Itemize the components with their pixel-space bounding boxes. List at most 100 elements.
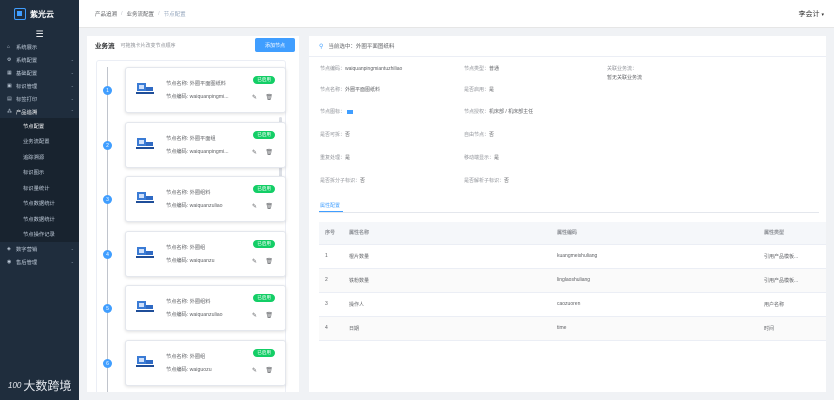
sidebar-item-product-trace[interactable]: ⁂ 产品追溯 ⌃: [0, 105, 79, 118]
column-header: 属性类型: [758, 222, 826, 245]
submenu-item-flow-config[interactable]: 业务流配置: [0, 134, 79, 150]
table-row[interactable]: 4 日期 time 时间: [319, 316, 826, 341]
breadcrumb-item[interactable]: 业务流配置: [127, 10, 155, 18]
node-code-label: 节点编码:: [166, 258, 189, 264]
add-node-button[interactable]: 添加节点: [255, 38, 295, 52]
field-value: 否: [360, 178, 366, 184]
node-code-line: 节点编码: waiquanpingmi...: [166, 148, 229, 155]
table-row[interactable]: 2 铁粉数量 linglaoshuliang 引用产品模板...: [319, 268, 826, 293]
service-icon: ◉: [7, 258, 12, 265]
machine-icon: [136, 138, 154, 149]
field-node-name: 节点名称：外圈平面图纸料: [320, 86, 380, 93]
table-cell: caozuoren: [551, 292, 758, 317]
submenu-label: 追踪溯源: [23, 154, 45, 161]
field-value: 否: [504, 178, 510, 184]
sidebar-item-label: 标识管理: [16, 83, 38, 90]
submenu-label: 标识图示: [23, 170, 45, 177]
caret-down-icon: ▾: [821, 12, 824, 18]
delete-icon[interactable]: 🗑: [265, 94, 273, 101]
sidebar-item-base-config[interactable]: ▦ 基础配置 ⌄: [0, 66, 79, 79]
sidebar-item-after-sales[interactable]: ◉ 售后管理 ⌄: [0, 255, 79, 268]
table-row[interactable]: 1 棍片数量 kuangmeishuliang 引用产品模板...: [319, 244, 826, 269]
tab-attribute-config[interactable]: 属性配置: [320, 202, 340, 209]
field-value: 是: [494, 155, 500, 161]
node-card[interactable]: 节点名称: 外圈组料节点编码: waiquanzuliao 已启用 ✎ 🗑: [125, 285, 286, 331]
node-card[interactable]: 节点名称: 外圈平面图纸料 节点编码: waiquanpingmi... 已启用 ✎ 🗑: [125, 67, 286, 113]
flow-panel-title: 业务流: [95, 43, 115, 50]
sidebar-item-digital-marketing[interactable]: ◈ 数字营销 ⌄: [0, 242, 79, 255]
edit-icon[interactable]: ✎: [252, 312, 257, 319]
node-card[interactable]: 节点名称: 外圈组料 节点编码: waiquanzuliao 已启用 ✎ 🗑: [125, 176, 286, 222]
sidebar-item-system-display[interactable]: ⌂ 系统展示: [0, 40, 79, 53]
node-name-label: 节点名称:: [166, 299, 189, 305]
edit-icon[interactable]: ✎: [252, 367, 257, 374]
chevron-down-icon: ⌄: [70, 96, 74, 101]
node-icon-preview: [347, 109, 354, 114]
field-label: 节点编码：: [320, 66, 346, 72]
table-row[interactable]: 3 操作人 caozuoren 用户名称: [319, 292, 826, 317]
submenu-item-identifier-map[interactable]: 标识图示: [0, 165, 79, 181]
table-cell: 时间: [758, 316, 826, 341]
node-name-label: 节点名称:: [166, 136, 189, 142]
table-cell: 操作人: [343, 292, 551, 317]
field-label: 是否拆分子标识：: [320, 178, 361, 184]
flow-panel-hint: 可拖拽卡片改变节点顺序: [120, 42, 176, 49]
table-cell: 引用产品模板...: [758, 244, 826, 269]
node-name-line: 节点名称: 外圈组料: [166, 298, 210, 305]
print-icon: ▤: [7, 95, 12, 102]
chevron-down-icon: ⌄: [70, 70, 74, 75]
status-badge: 已启用: [253, 131, 275, 139]
submenu-item-node-stats-1[interactable]: 节点数据统计: [0, 196, 79, 212]
submenu-item-node-config[interactable]: 节点配置: [0, 118, 79, 134]
sidebar-item-label-print[interactable]: ▤ 标签打印 ⌄: [0, 92, 79, 105]
detail-header: ⚲ 当前选中：外圈平面图纸料: [309, 36, 826, 56]
node-name-line: 节点名称: 外圈组: [166, 353, 205, 360]
submenu-label: 节点数据统计: [23, 216, 55, 223]
sidebar-item-label: 系统展示: [16, 44, 38, 51]
machine-icon: [136, 301, 154, 312]
submenu-label: 节点数据统计: [23, 201, 55, 208]
sidebar-item-system-config[interactable]: ⚙ 系统配置 ⌄: [0, 53, 79, 66]
node-card[interactable]: 节点名称: 外圈平面组 节点编码: waiquanpingmi... 已启用 ✎ 🗑: [125, 122, 286, 168]
node-code: waiquanpingmi...: [189, 149, 229, 155]
breadcrumb-current: 节点配置: [163, 11, 186, 18]
edit-icon[interactable]: ✎: [252, 258, 257, 265]
breadcrumb-item[interactable]: 产品追溯: [95, 10, 117, 18]
submenu-item-node-stats-2[interactable]: 节点数据统计: [0, 211, 79, 227]
step-number-badge: 2: [103, 141, 112, 150]
node-card[interactable]: 节点名称: 外圈组 节点编码: waiquanzu 已启用 ✎ 🗑: [125, 231, 286, 277]
delete-icon[interactable]: 🗑: [265, 203, 273, 210]
status-badge: 已启用: [253, 294, 275, 302]
node-card[interactable]: 节点名称: 外圈组 节点编码: waiguozu 已启用 ✎ 🗑: [125, 340, 286, 386]
watermark-logo: 100: [8, 381, 22, 390]
status-badge: 已启用: [253, 76, 275, 84]
field-label: 重复处理：: [320, 155, 346, 161]
edit-icon[interactable]: ✎: [252, 149, 257, 156]
sidebar-item-identifier-mgmt[interactable]: ▣ 标识管理 ⌄: [0, 79, 79, 92]
hamburger-menu-icon[interactable]: ☰: [0, 28, 79, 40]
field-label: 是否解析子标识：: [464, 178, 505, 184]
delete-icon[interactable]: 🗑: [265, 367, 273, 374]
step-number-badge: 1: [103, 86, 112, 95]
step-number-badge: 3: [103, 195, 112, 204]
table-cell: kuangmeishuliang: [551, 244, 758, 269]
submenu-item-identifier-stats[interactable]: 标识量统计: [0, 180, 79, 196]
field-value: 是: [345, 155, 351, 161]
delete-icon[interactable]: 🗑: [265, 258, 273, 265]
delete-icon[interactable]: 🗑: [265, 312, 273, 319]
edit-icon[interactable]: ✎: [252, 94, 257, 101]
user-menu[interactable]: 李会计 ▾: [799, 9, 824, 19]
field-repeat: 重复处理：是: [320, 154, 350, 161]
submenu-item-trace[interactable]: 追踪溯源: [0, 149, 79, 165]
node-code-label: 节点编码:: [166, 367, 189, 373]
field-label: 是否启用：: [464, 87, 490, 93]
home-icon: ⌂: [7, 43, 11, 50]
table-cell: 1: [319, 244, 343, 269]
submenu-item-node-log[interactable]: 节点操作记录: [0, 227, 79, 243]
app-logo[interactable]: 紫光云: [0, 0, 79, 28]
node-name: 外圈组料: [189, 299, 211, 305]
delete-icon[interactable]: 🗑: [265, 149, 273, 156]
edit-icon[interactable]: ✎: [252, 203, 257, 210]
node-code-line: 节点编码: waiquanzuliao: [166, 311, 223, 318]
node-name-line: 节点名称: 外圈平面图纸料: [166, 80, 226, 87]
